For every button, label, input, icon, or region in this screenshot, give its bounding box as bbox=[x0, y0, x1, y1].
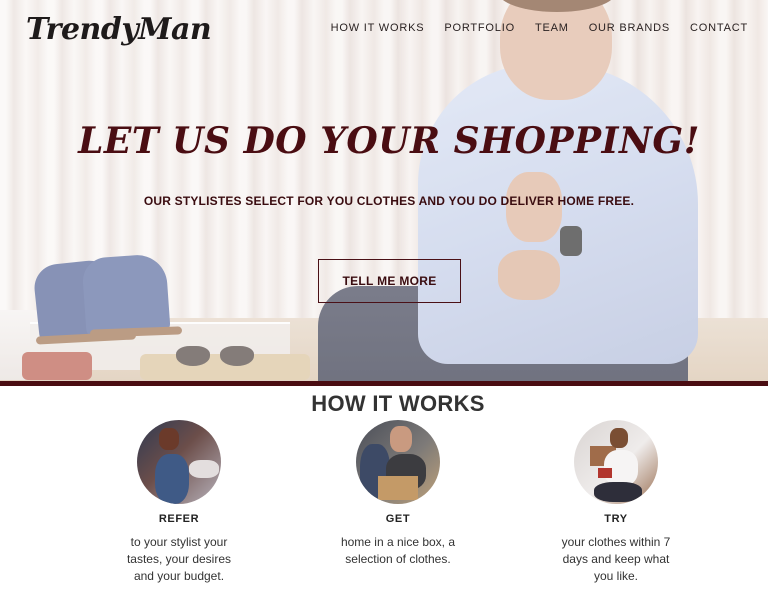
tell-me-more-button[interactable]: TELL ME MORE bbox=[318, 259, 461, 303]
delivery-box bbox=[378, 476, 418, 500]
hero-title: LET US DO YOUR SHOPPING! bbox=[78, 120, 700, 162]
step-refer-image bbox=[137, 420, 221, 504]
red-item bbox=[598, 468, 612, 478]
step-try-image bbox=[574, 420, 658, 504]
how-it-works-title: HOW IT WORKS bbox=[311, 391, 485, 416]
step-try-text: your clothes within 7 days and keep what… bbox=[561, 535, 671, 583]
hero-subtitle: OUR STYLISTES SELECT FOR YOU CLOTHES AND… bbox=[143, 194, 635, 208]
customer-head bbox=[390, 426, 412, 452]
step-try-title: TRY bbox=[604, 513, 628, 525]
nav-item-team[interactable]: TEAM bbox=[525, 22, 579, 34]
hero-banner: TrendyMan HOW IT WORKS PORTFOLIO TEAM OU… bbox=[0, 0, 768, 381]
step-get-title: GET bbox=[385, 513, 411, 525]
clothes-rack bbox=[189, 460, 219, 478]
step-refer-text: to your stylist your tastes, your desire… bbox=[126, 535, 232, 583]
hero-overlay bbox=[0, 0, 768, 381]
step-get-image bbox=[356, 420, 440, 504]
stylist-figure bbox=[155, 454, 189, 504]
nav-item-portfolio[interactable]: PORTFOLIO bbox=[434, 22, 525, 34]
man-head bbox=[610, 428, 628, 448]
man-jeans bbox=[594, 482, 642, 502]
nav-item-our-brands[interactable]: OUR BRANDS bbox=[579, 22, 680, 34]
step-refer-title: REFER bbox=[158, 513, 200, 525]
hero-divider-bar bbox=[0, 381, 768, 386]
step-get: GET home in a nice box, a selection of c… bbox=[298, 420, 498, 568]
step-get-text: home in a nice box, a selection of cloth… bbox=[340, 535, 456, 566]
main-nav: HOW IT WORKS PORTFOLIO TEAM OUR BRANDS C… bbox=[321, 22, 758, 34]
step-refer: REFER to your stylist your tastes, your … bbox=[79, 420, 279, 585]
stylist-hair bbox=[159, 428, 179, 450]
brand-logo[interactable]: TrendyMan bbox=[26, 12, 212, 47]
step-try: TRY your clothes within 7 days and keep … bbox=[516, 420, 716, 585]
nav-item-how-it-works[interactable]: HOW IT WORKS bbox=[321, 22, 435, 34]
nav-item-contact[interactable]: CONTACT bbox=[680, 22, 758, 34]
